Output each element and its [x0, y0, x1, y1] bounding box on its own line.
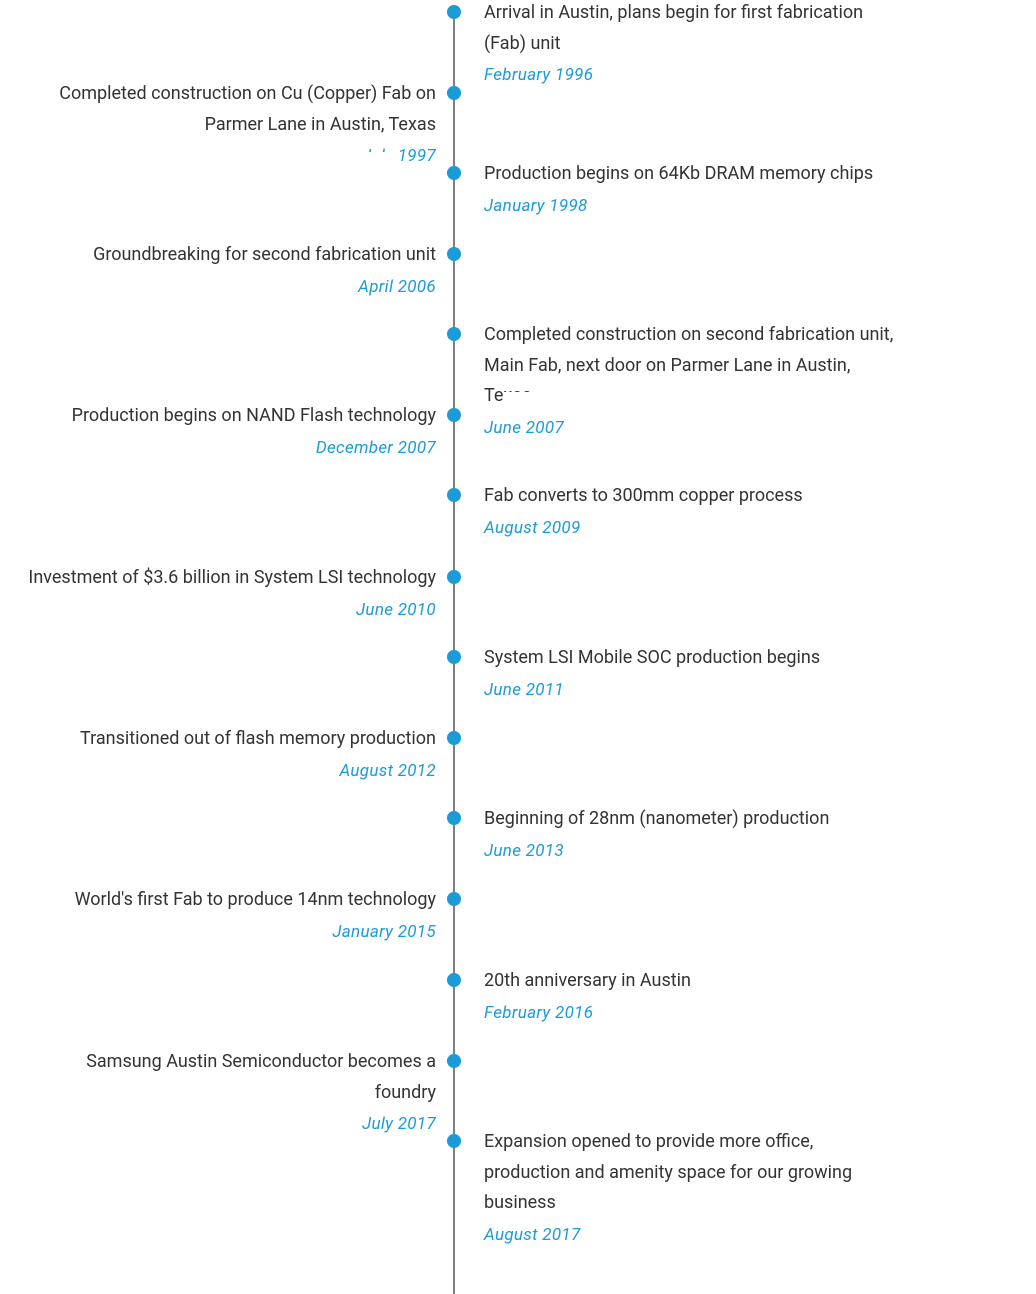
timeline-title: Fab converts to 300mm copper process [484, 481, 894, 512]
timeline-content: Production begins on 64Kb DRAM memory ch… [484, 159, 894, 216]
timeline-title: Transitioned out of flash memory product… [26, 724, 436, 755]
timeline-dot [447, 973, 461, 987]
timeline-date: February 1996 [484, 65, 894, 85]
timeline-content: Fab converts to 300mm copper process Augu… [484, 481, 894, 538]
timeline-content: Arrival in Austin, plans begin for first… [484, 0, 894, 85]
timeline-dot [447, 488, 461, 502]
timeline-title: System LSI Mobile SOC production begins [484, 643, 894, 674]
timeline-dot [447, 892, 461, 906]
timeline-date: June 2007 [484, 418, 894, 438]
timeline-dot [447, 1134, 461, 1148]
timeline-content: Samsung Austin Semiconductor becomes a f… [26, 1047, 436, 1134]
timeline-title: Completed construction on Cu (Copper) Fa… [26, 79, 436, 140]
timeline-date: August 2009 [484, 518, 894, 538]
timeline-dot [447, 86, 461, 100]
timeline-date: August 2012 [26, 761, 436, 781]
timeline-title: Production begins on 64Kb DRAM memory ch… [484, 159, 894, 190]
timeline-dot [447, 811, 461, 825]
timeline-dot [447, 327, 461, 341]
timeline-date: February 2016 [484, 1003, 894, 1023]
timeline-content: Transitioned out of flash memory product… [26, 724, 436, 781]
timeline-dot [447, 650, 461, 664]
timeline-dot [447, 247, 461, 261]
timeline-date: April 2006 [26, 277, 436, 297]
timeline-date: August 2017 [484, 1225, 894, 1245]
timeline-content: Completed construction on second fabrica… [484, 320, 894, 438]
timeline-date: June 2013 [484, 841, 894, 861]
timeline-title: Samsung Austin Semiconductor becomes a f… [26, 1047, 436, 1108]
timeline-date: January 1998 [484, 196, 894, 216]
timeline-title: Beginning of 28nm (nanometer) production [484, 804, 894, 835]
timeline-title: Investment of $3.6 billion in System LSI… [26, 563, 436, 594]
timeline-date: July 2017 [26, 1114, 436, 1134]
timeline-content: Groundbreaking for second fabrication un… [26, 240, 436, 297]
timeline-content: Investment of $3.6 billion in System LSI… [26, 563, 436, 620]
timeline-title: Arrival in Austin, plans begin for first… [484, 0, 894, 59]
timeline-date: December 2007 [26, 438, 436, 458]
timeline-title: Groundbreaking for second fabrication un… [26, 240, 436, 271]
timeline-title: 20th anniversary in Austin [484, 966, 894, 997]
timeline-dot [447, 1054, 461, 1068]
timeline-container: Arrival in Austin, plans begin for first… [0, 0, 1036, 1294]
timeline-title: World's first Fab to produce 14nm techno… [26, 885, 436, 916]
timeline-date: January 2015 [26, 922, 436, 942]
timeline-dot [447, 5, 461, 19]
timeline-date: June 2010 [26, 600, 436, 620]
timeline-dot [447, 731, 461, 745]
timeline-content: 20th anniversary in Austin February 2016 [484, 966, 894, 1023]
timeline-dot [447, 166, 461, 180]
timeline-date: June 2011 [484, 680, 894, 700]
timeline-content: System LSI Mobile SOC production begins J… [484, 643, 894, 700]
timeline-content: Production begins on NAND Flash technolo… [26, 401, 436, 458]
timeline-title: Production begins on NAND Flash technolo… [26, 401, 436, 432]
occlusion-overlay [336, 152, 400, 170]
timeline-content: World's first Fab to produce 14nm techno… [26, 885, 436, 942]
timeline-content: Beginning of 28nm (nanometer) production… [484, 804, 894, 861]
timeline-dot [447, 570, 461, 584]
timeline-dot [447, 408, 461, 422]
timeline-content: Expansion opened to provide more office,… [484, 1127, 894, 1245]
occlusion-overlay [504, 392, 604, 412]
timeline-title: Expansion opened to provide more office,… [484, 1127, 894, 1219]
